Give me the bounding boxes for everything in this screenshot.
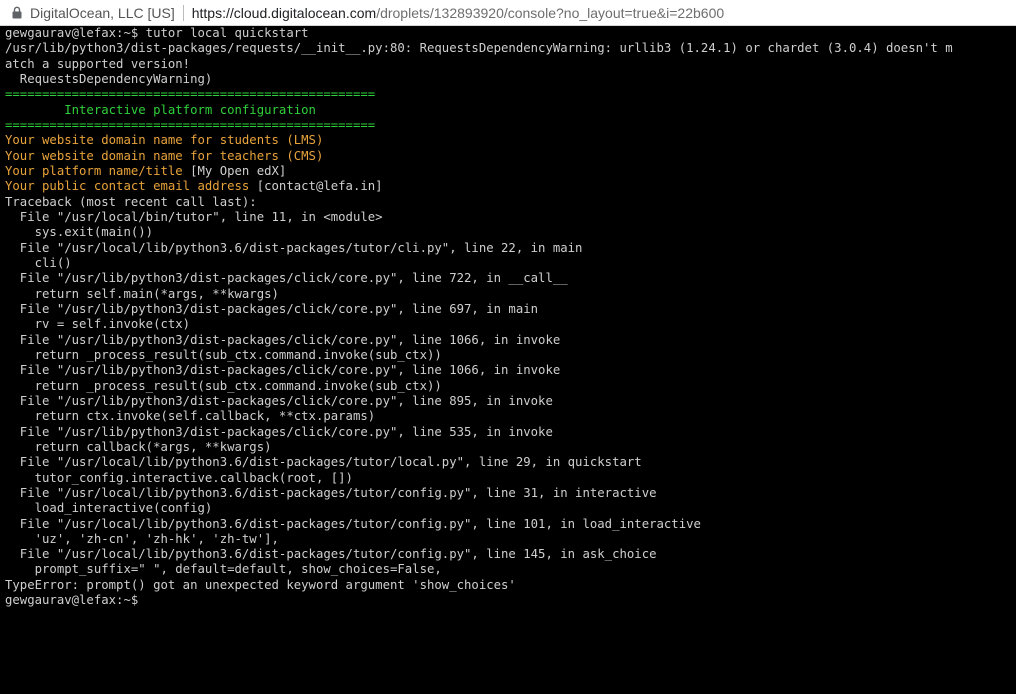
terminal-line: atch a supported version! [5,56,191,71]
terminal-line: Traceback (most recent call last): [5,194,257,209]
address-divider [182,4,184,21]
terminal-line: File "/usr/lib/python3/dist-packages/cli… [5,271,568,286]
terminal-line: File "/usr/lib/python3/dist-packages/cli… [5,424,553,439]
terminal-console[interactable]: gewgaurav@lefax:~$ tutor local quickstar… [0,26,1016,694]
terminal-line: gewgaurav@lefax:~$ tutor local quickstar… [5,26,309,40]
terminal-line: File "/usr/local/lib/python3.6/dist-pack… [5,240,583,255]
terminal-line: 'uz', 'zh-cn', 'zh-hk', 'zh-tw'], [5,531,279,546]
url-path[interactable]: /droplets/132893920/console?no_layout=tr… [376,5,724,21]
terminal-line: Your website domain name for teachers (C… [5,148,324,163]
terminal-line: File "/usr/local/lib/python3.6/dist-pack… [5,455,642,470]
terminal-line: File "/usr/lib/python3/dist-packages/cli… [5,393,553,408]
terminal-line: File "/usr/local/lib/python3.6/dist-pack… [5,547,657,562]
terminal-line: TypeError: prompt() got an unexpected ke… [5,577,516,592]
url-host[interactable]: https://cloud.digitalocean.com [192,5,376,21]
terminal-line: return _process_result(sub_ctx.command.i… [5,347,442,362]
browser-address-bar[interactable]: DigitalOcean, LLC [US] https://cloud.dig… [0,0,1016,26]
terminal-line: Your website domain name for students (L… [5,133,324,148]
terminal-line: File "/usr/local/bin/tutor", line 11, in… [5,209,383,224]
terminal-line: Your public contact email address [conta… [5,179,1016,194]
terminal-line: prompt_suffix=" ", default=default, show… [5,562,442,577]
lock-icon [12,6,22,19]
terminal-line: File "/usr/lib/python3/dist-packages/cli… [5,363,561,378]
config-default-value: [contact@lefa.in] [249,179,383,194]
terminal-line: File "/usr/local/lib/python3.6/dist-pack… [5,485,657,500]
config-prompt: Your platform name/title [5,163,183,178]
terminal-line: Your platform name/title [My Open edX] [5,164,1016,179]
terminal-line: File "/usr/lib/python3/dist-packages/cli… [5,332,561,347]
terminal-line: sys.exit(main()) [5,225,154,240]
terminal-line: return callback(*args, **kwargs) [5,439,272,454]
terminal-line: /usr/lib/python3/dist-packages/requests/… [5,41,953,56]
terminal-line: Interactive platform configuration [5,102,316,117]
terminal-line: ========================================… [5,87,376,102]
terminal-line: load_interactive(config) [5,501,213,516]
terminal-line: return self.main(*args, **kwargs) [5,286,279,301]
site-owner-label: DigitalOcean, LLC [US] [30,4,175,21]
config-default-value: [My Open edX] [182,163,287,178]
config-prompt: Your public contact email address [5,179,250,194]
terminal-line: gewgaurav@lefax:~$ [5,593,146,608]
terminal-line: File "/usr/lib/python3/dist-packages/cli… [5,301,539,316]
terminal-line: tutor_config.interactive.callback(root, … [5,470,353,485]
terminal-line: ========================================… [5,117,376,132]
terminal-line: RequestsDependencyWarning) [5,71,213,86]
terminal-line: return ctx.invoke(self.callback, **ctx.p… [5,409,376,424]
terminal-line: cli() [5,255,72,270]
terminal-line: File "/usr/local/lib/python3.6/dist-pack… [5,516,701,531]
terminal-line: return _process_result(sub_ctx.command.i… [5,378,442,393]
terminal-line: rv = self.invoke(ctx) [5,317,191,332]
